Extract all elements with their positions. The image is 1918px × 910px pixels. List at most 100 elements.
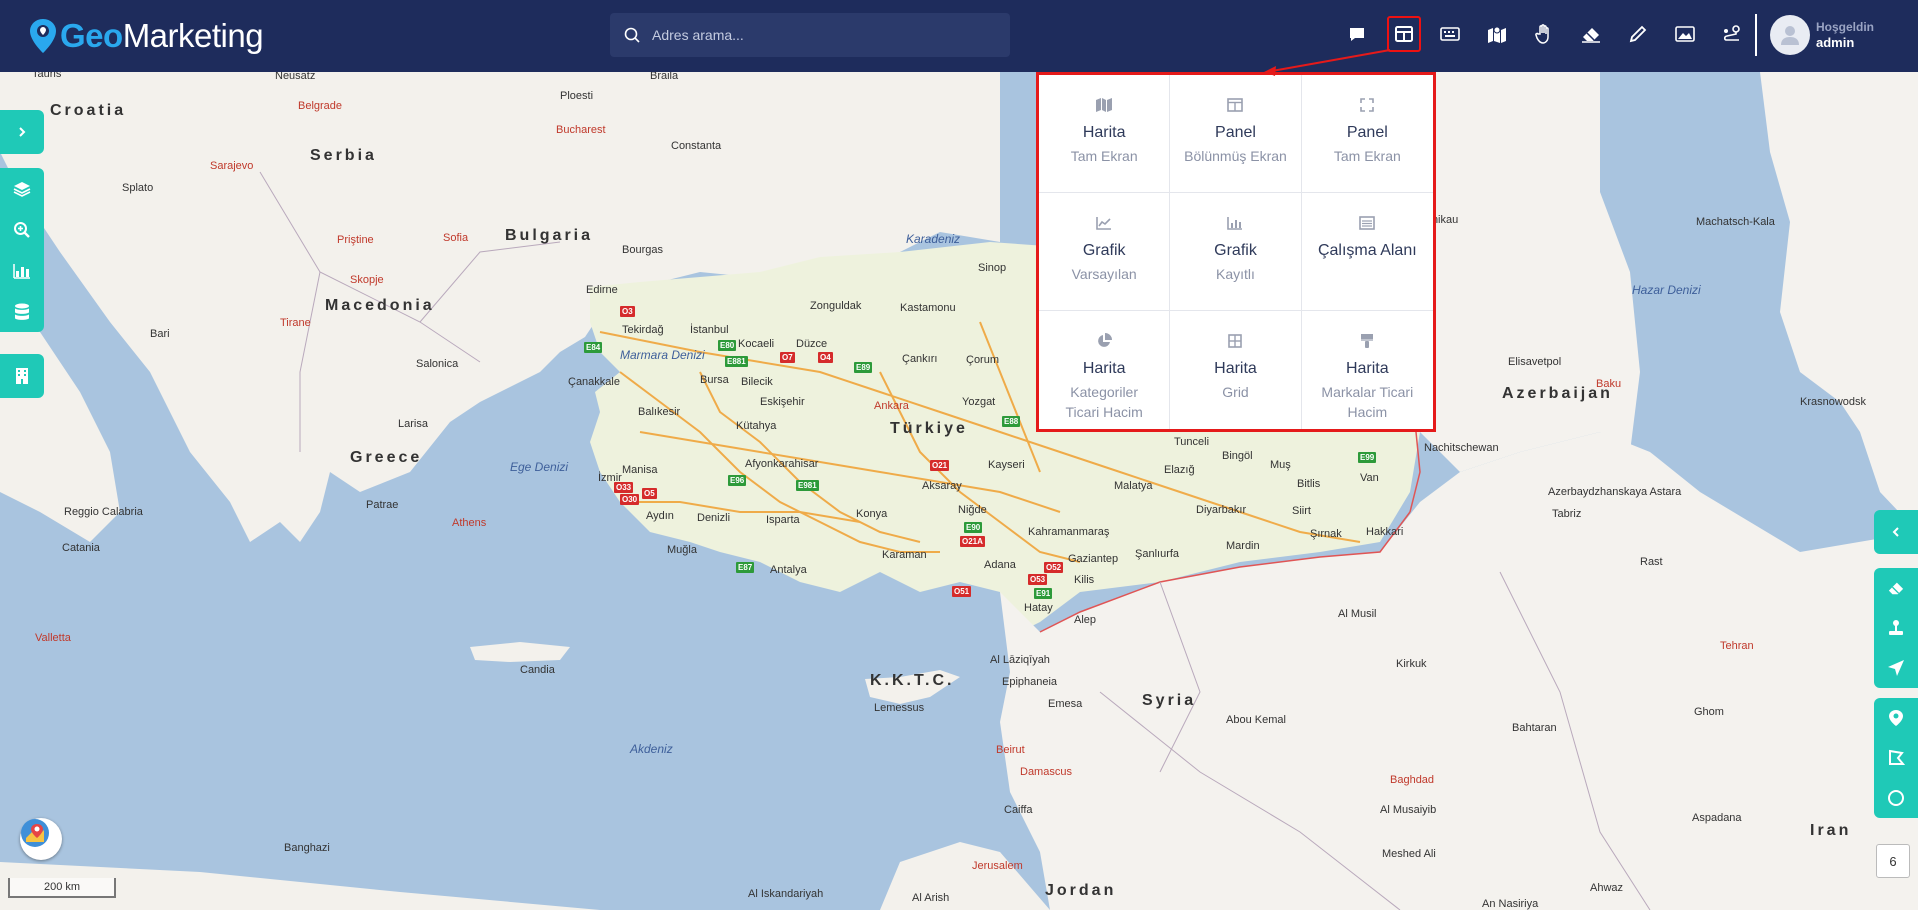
city-label: Konya (856, 508, 888, 520)
road-shield: O33 (614, 482, 634, 493)
layout-option-workspace[interactable]: Çalışma Alanı (1301, 193, 1433, 311)
app-logo[interactable]: GeoMarketing (28, 14, 264, 58)
sidebar-left-toggle[interactable] (0, 110, 44, 154)
city-label: Balıkesir (638, 406, 681, 418)
road-shield: E91 (1034, 588, 1053, 599)
erase-tool-button[interactable] (1874, 569, 1918, 607)
sidebar-left-tools (0, 168, 44, 332)
brush-icon (1360, 331, 1374, 351)
city-label: Edirne (586, 284, 618, 296)
city-label: Kocaeli (738, 338, 775, 350)
feature-counter[interactable]: 6 (1876, 844, 1910, 878)
keyboard-button[interactable] (1433, 16, 1467, 52)
road-shield: O51 (952, 586, 972, 597)
road-shield: E90 (964, 522, 983, 533)
user-menu[interactable]: Hoşgeldin admin (1770, 15, 1874, 55)
map-layers-button[interactable] (1480, 16, 1514, 52)
eraser-icon (1582, 28, 1600, 43)
road-shield: O52 (1044, 562, 1064, 573)
option-title: Grafik (1082, 242, 1126, 259)
city-label: Abou Kemal (1226, 714, 1286, 726)
address-search-input[interactable] (652, 27, 992, 43)
city-label: Çorum (966, 354, 1000, 366)
city-label: Emesa (1048, 698, 1083, 710)
chat-button[interactable] (1340, 16, 1374, 52)
top-bar: GeoMarketing Adres arama... Hoşgeldin ad… (0, 0, 1918, 72)
city-label: Constanta (671, 140, 722, 152)
option-title: Harita (1214, 360, 1257, 377)
layout-option-map-grid[interactable]: Harita Grid (1170, 311, 1302, 429)
sea-label: Ege Denizi (510, 460, 569, 474)
city-label: Larisa (398, 418, 428, 430)
draw-button[interactable] (1621, 16, 1655, 52)
marker-button[interactable] (1874, 699, 1918, 737)
city-label: Nachitschewan (1424, 442, 1499, 454)
map-app-button[interactable] (20, 818, 62, 860)
city-label: Bilecik (741, 376, 773, 388)
eraser-button[interactable] (1574, 16, 1608, 52)
address-search[interactable] (610, 13, 1010, 57)
layout-button[interactable] (1387, 16, 1421, 52)
layout-option-map-brands[interactable]: Harita Markalar Ticari Hacim (1302, 311, 1433, 429)
city-label: Afyonkarahisar (745, 458, 819, 470)
layout-option-map-categories[interactable]: Harita Kategoriler Ticari Hacim (1039, 311, 1171, 429)
city-label: Kahramanmaraş (1028, 526, 1110, 538)
city-label: Catania (62, 542, 100, 554)
city-label: Al Iskandariyah (748, 888, 824, 900)
layout-option-panel-fullscreen[interactable]: Panel Tam Ekran (1301, 75, 1433, 193)
city-label: An Nasiriya (1482, 898, 1539, 910)
polygon-button[interactable] (1874, 739, 1918, 777)
pie-chart-icon (1096, 331, 1113, 351)
road-shield: O7 (780, 352, 795, 363)
city-label: Manisa (622, 464, 658, 476)
layout-option-panel-split[interactable]: Panel Bölünmüş Ekran (1170, 75, 1302, 193)
hand-icon (1535, 24, 1549, 44)
city-label: Kastamonu (900, 302, 956, 314)
city-label: Bursa (700, 374, 729, 386)
image-button[interactable] (1668, 16, 1702, 52)
sea-label: Karadeniz (906, 232, 961, 246)
panel-split-icon (1227, 95, 1244, 115)
city-label: Elazığ (1164, 464, 1195, 476)
country-label: Macedonia (325, 297, 435, 314)
chart-button[interactable] (0, 252, 44, 290)
logo-pin-icon (30, 19, 56, 53)
layout-option-map-fullscreen[interactable]: Harita Tam Ekran (1039, 75, 1171, 193)
bar-chart-icon (13, 263, 30, 279)
layout-option-chart-default[interactable]: Grafik Varsayılan (1039, 193, 1171, 311)
city-label: Belgrade (298, 100, 343, 112)
road-shield: E89 (854, 362, 873, 373)
sidebar-right-toggle[interactable] (1874, 510, 1918, 554)
layout-dropdown: Harita Tam Ekran Panel Bölünmüş Ekran Pa… (1036, 72, 1436, 432)
city-label: Bucharest (556, 124, 606, 136)
city-label: Reggio Calabria (64, 506, 143, 518)
city-label: Athens (452, 517, 487, 529)
layout-option-chart-saved[interactable]: Grafik Kayıtlı (1170, 193, 1302, 311)
city-label: Epiphaneia (1002, 676, 1058, 688)
zoom-search-button[interactable] (0, 211, 44, 249)
circle-button[interactable] (1874, 779, 1918, 817)
location-icon (1889, 710, 1903, 726)
city-label: Aksaray (922, 480, 962, 492)
route-button[interactable] (1715, 16, 1749, 52)
layers-button[interactable] (0, 170, 44, 208)
city-label: Muğla (667, 544, 697, 556)
pin-stand-button[interactable] (1874, 609, 1918, 647)
city-label: Bourgas (622, 244, 663, 256)
city-label: Bahtaran (1512, 722, 1557, 734)
city-label: Şırnak (1310, 528, 1342, 540)
city-label: Rast (1640, 556, 1663, 568)
pan-button[interactable] (1527, 16, 1561, 52)
city-label: Salonica (416, 358, 459, 370)
building-button[interactable] (0, 354, 44, 398)
map-canvas[interactable]: Croatia Serbia Bulgaria Macedonia Greece… (0, 72, 1918, 910)
road-shield: E981 (796, 480, 819, 491)
database-button[interactable] (0, 293, 44, 331)
road-shield: E96 (728, 475, 747, 486)
option-title: Harita (1345, 360, 1389, 377)
chat-icon (1350, 28, 1364, 41)
option-title: Harita (1082, 360, 1126, 377)
city-label: İstanbul (690, 324, 729, 336)
navigation-button[interactable] (1874, 649, 1918, 687)
map-icon (1095, 95, 1113, 115)
